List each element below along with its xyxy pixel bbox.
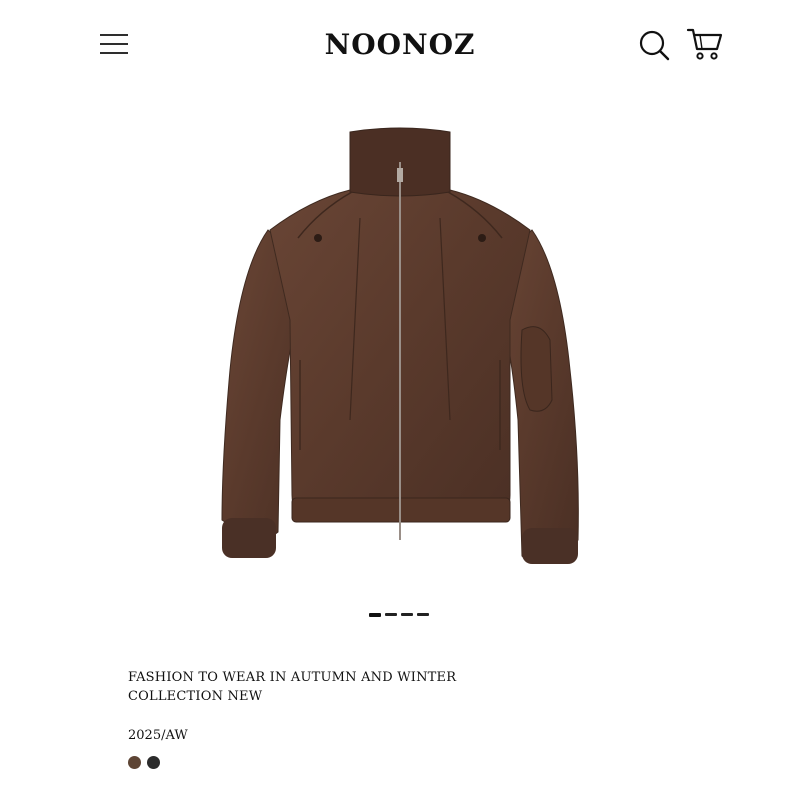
carousel-dot-2[interactable] [385, 613, 397, 616]
carousel-dot-3[interactable] [401, 613, 413, 616]
carousel-dot-4[interactable] [417, 613, 429, 616]
shopping-cart-icon[interactable] [686, 26, 724, 62]
image-carousel-indicator [369, 613, 429, 618]
color-swatch-brown[interactable] [128, 756, 141, 769]
season-label: 2025/AW [128, 728, 188, 743]
search-icon[interactable] [637, 28, 671, 62]
color-swatch-black[interactable] [147, 756, 160, 769]
product-image-jacket[interactable] [200, 120, 600, 580]
product-headline: FASHION TO WEAR IN AUTUMN AND WINTER COL… [128, 668, 488, 706]
carousel-dot-1[interactable] [369, 613, 381, 617]
jacket-illustration [221, 127, 579, 564]
hamburger-menu-icon[interactable] [99, 32, 129, 56]
color-swatches [128, 756, 160, 769]
brand-logo[interactable]: NOONOZ [300, 26, 500, 64]
headline-line-1: FASHION TO WEAR IN AUTUMN AND WINTER [128, 670, 457, 685]
headline-line-2: COLLECTION NEW [128, 689, 263, 704]
top-nav-bar: NOONOZ [0, 0, 800, 90]
